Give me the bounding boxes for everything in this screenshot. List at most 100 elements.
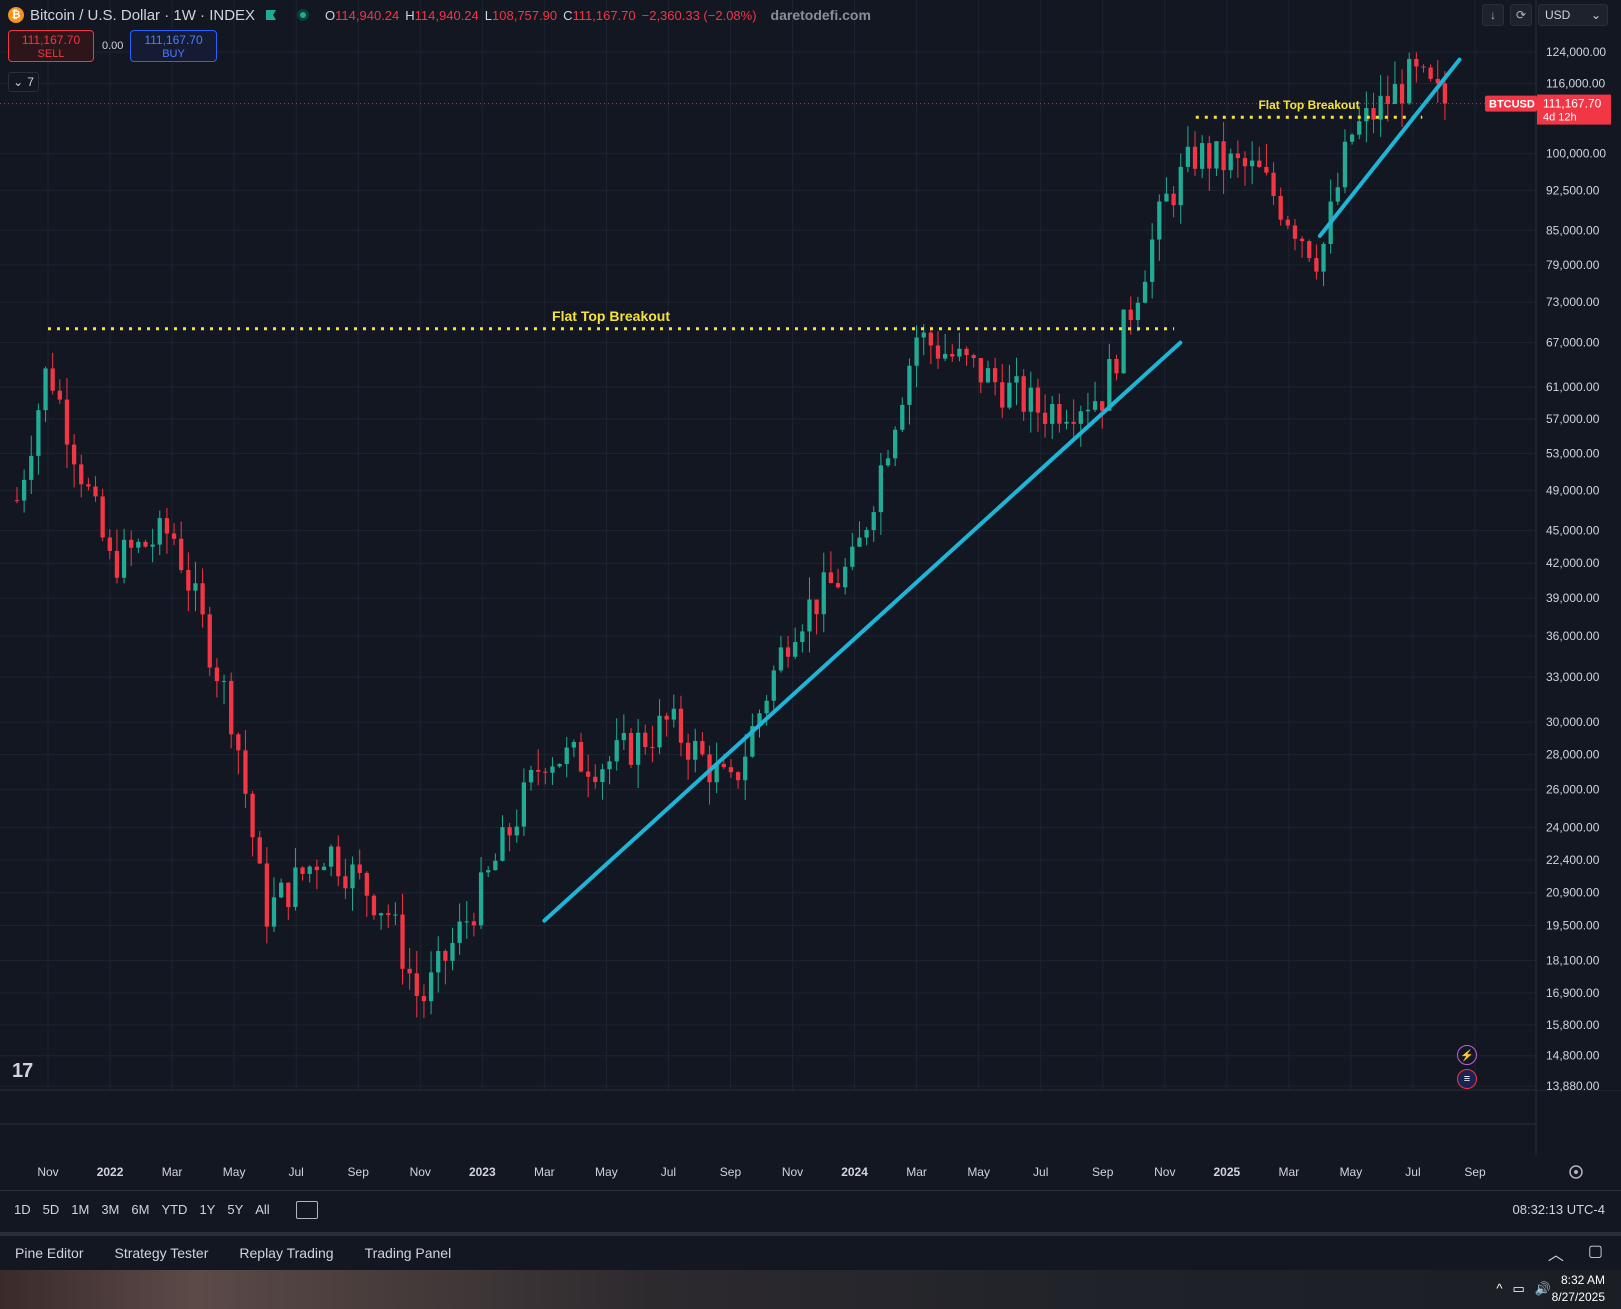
candle-body — [1078, 411, 1083, 424]
candle — [207, 606, 212, 677]
refresh-button[interactable]: ⟳ — [1510, 4, 1532, 26]
candle-body — [1285, 219, 1290, 226]
us-flag-icon[interactable]: ≡ — [1457, 1069, 1477, 1089]
indicators-collapse-button[interactable]: ⌄ 7 — [8, 72, 39, 92]
range-button-6m[interactable]: 6M — [125, 1202, 155, 1217]
candle-body — [1335, 187, 1340, 202]
price-tick-label: 61,000.00 — [1546, 380, 1600, 394]
sell-button[interactable]: 111,167.70 SELL — [8, 30, 94, 62]
chart-background — [0, 0, 1536, 1090]
time-axis[interactable]: Nov 2022 Mar May Jul Sep Nov 2023 Mar May Jul Sep No… — [0, 1155, 1621, 1190]
time-tick-label: 2025 — [1213, 1165, 1240, 1179]
flat-top-label[interactable]: Flat Top Breakout — [552, 308, 670, 324]
candle-body — [350, 864, 355, 889]
candle-body — [1071, 421, 1076, 424]
buy-button[interactable]: 111,167.70 BUY — [130, 30, 217, 62]
panel-tab-trading-panel[interactable]: Trading Panel — [365, 1245, 452, 1261]
price-tick-label: 26,000.00 — [1546, 783, 1600, 797]
symbol-title[interactable]: Bitcoin / U.S. Dollar · 1W · INDEX — [30, 7, 255, 24]
panel-tab-replay-trading[interactable]: Replay Trading — [239, 1245, 333, 1261]
candle-body — [414, 973, 419, 996]
currency-value: USD — [1545, 8, 1571, 22]
candle-body — [607, 761, 612, 770]
candle-body — [1171, 193, 1176, 206]
flat-top-label[interactable]: Flat Top Breakout — [1258, 98, 1359, 112]
time-tick-label: Jul — [1033, 1165, 1048, 1179]
network-icon[interactable]: ▭ — [1513, 1281, 1525, 1297]
candle-body — [93, 486, 98, 497]
candle-body — [985, 368, 991, 383]
candle-body — [450, 942, 455, 961]
candle-body — [1092, 401, 1098, 410]
collapse-panel-icon[interactable]: ︿ — [1548, 1241, 1564, 1265]
candle-body — [643, 732, 648, 748]
candle-body — [1399, 84, 1405, 104]
time-tick-label: Nov — [410, 1165, 431, 1179]
candle-body — [464, 921, 469, 923]
candle-body — [564, 747, 569, 764]
candle-body — [307, 866, 312, 874]
range-button-1m[interactable]: 1M — [65, 1202, 95, 1217]
candle-body — [36, 410, 41, 456]
bitcoin-icon: ₿ — [8, 7, 24, 23]
range-button-all[interactable]: All — [249, 1202, 275, 1217]
range-button-ytd[interactable]: YTD — [155, 1202, 193, 1217]
candle-body — [328, 846, 334, 867]
candle-body — [878, 465, 884, 513]
lightning-icon[interactable]: ⚡ — [1457, 1045, 1477, 1065]
range-button-1y[interactable]: 1Y — [193, 1202, 221, 1217]
ohlc-item: −2,360.33 (−2.08%) — [642, 8, 757, 23]
range-button-5d[interactable]: 5D — [37, 1202, 66, 1217]
candle-body — [1392, 84, 1398, 105]
candle-body — [1014, 376, 1019, 383]
currency-select[interactable]: USD ⌄ — [1538, 4, 1608, 26]
candle-body — [136, 541, 141, 548]
candle-body — [935, 345, 941, 359]
candle-body — [1342, 141, 1348, 188]
symbol-legend[interactable]: ₿ Bitcoin / U.S. Dollar · 1W · INDEX O11… — [8, 4, 871, 26]
sell-label: SELL — [37, 48, 65, 60]
time-tick-label: May — [1340, 1165, 1363, 1179]
candle-body — [921, 332, 926, 338]
candle-body — [221, 680, 227, 682]
candle-body — [143, 541, 148, 547]
candle-body — [964, 348, 969, 356]
chart-clock[interactable]: 08:32:13 UTC-4 — [1513, 1202, 1606, 1217]
candle-body — [50, 368, 55, 391]
calendar-icon[interactable] — [295, 1200, 318, 1219]
candle — [1121, 309, 1126, 374]
candle-body — [1114, 358, 1119, 374]
candle-body — [1000, 382, 1005, 408]
range-button-1d[interactable]: 1D — [8, 1202, 37, 1217]
tradingview-logo[interactable]: 17 — [12, 1060, 33, 1083]
candle-body — [557, 763, 562, 767]
candle-body — [436, 951, 441, 973]
ohlc-item: L108,757.90 — [485, 8, 557, 23]
candle-body — [471, 921, 477, 926]
candle-body — [1035, 387, 1041, 413]
tray-chevron-icon[interactable]: ^ — [1496, 1281, 1502, 1297]
candle-body — [279, 882, 284, 898]
range-button-5y[interactable]: 5Y — [221, 1202, 249, 1217]
time-tick-label: May — [223, 1165, 246, 1179]
panel-tab-pine-editor[interactable]: Pine Editor — [15, 1245, 83, 1261]
candle-body — [1021, 376, 1026, 412]
chart-canvas[interactable]: Flat Top Breakout Flat Top Breakout 124,0… — [0, 0, 1621, 1190]
candle-body — [928, 332, 933, 346]
candle-body — [428, 972, 434, 1002]
volume-icon[interactable]: 🔊 — [1535, 1281, 1551, 1297]
range-button-3m[interactable]: 3M — [95, 1202, 125, 1217]
candle-body — [1178, 166, 1183, 206]
candle-body — [1207, 143, 1212, 169]
chevron-down-icon: ⌄ — [1590, 8, 1601, 22]
candle-body — [1349, 134, 1355, 142]
download-icon: ↓ — [1490, 8, 1496, 22]
candle-body — [600, 769, 605, 783]
taskbar-clock[interactable]: 8:32 AM 8/27/2025 — [1552, 1272, 1605, 1306]
price-tick-label: 67,000.00 — [1546, 336, 1600, 350]
maximize-panel-icon[interactable]: ▢ — [1588, 1241, 1603, 1265]
panel-tab-strategy-tester[interactable]: Strategy Tester — [114, 1245, 208, 1261]
download-button[interactable]: ↓ — [1482, 4, 1504, 26]
candle-body — [186, 570, 191, 591]
candle-body — [957, 348, 962, 357]
